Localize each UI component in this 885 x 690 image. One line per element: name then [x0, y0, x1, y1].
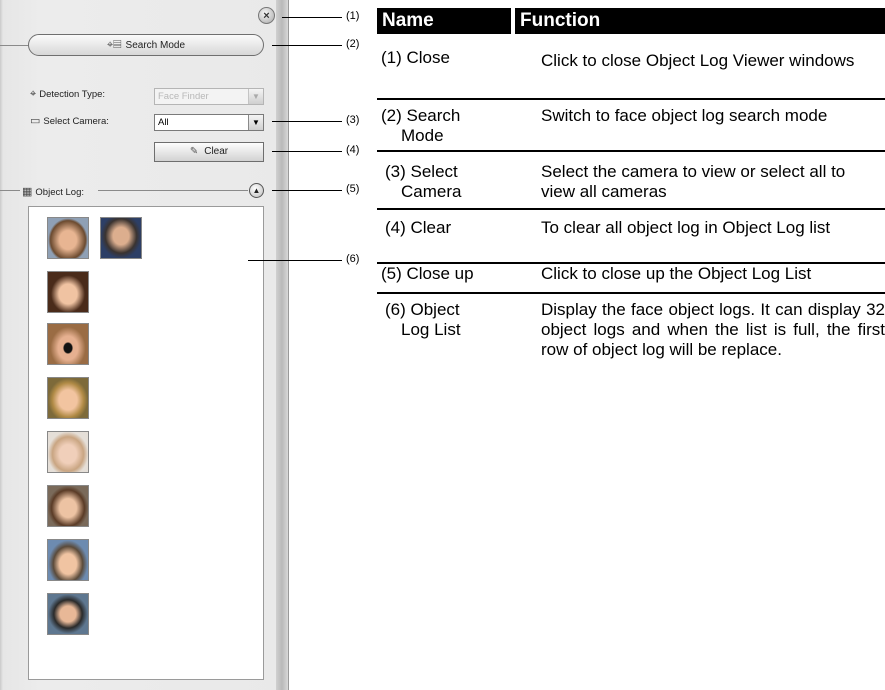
face-thumbnail[interactable] — [47, 323, 89, 365]
search-mode-label: Search Mode — [125, 40, 186, 51]
callout-line — [272, 151, 342, 152]
close-icon: × — [263, 10, 270, 22]
table-header-name: Name — [377, 8, 511, 34]
chevron-down-icon: ▼ — [248, 89, 263, 104]
detection-type-label: ⌖ Detection Type: — [30, 88, 105, 101]
broom-icon: ✎ — [189, 146, 199, 157]
row-divider — [377, 292, 885, 294]
collapse-button[interactable]: ▲ — [249, 183, 264, 198]
callout-1: (1) — [346, 10, 360, 22]
divider-line — [0, 190, 20, 191]
face-thumbnail[interactable] — [47, 217, 89, 259]
detection-type-select: Face Finder ▼ — [154, 88, 264, 105]
clear-button[interactable]: ✎ Clear — [154, 142, 264, 162]
row-divider — [377, 208, 885, 210]
clear-label: Clear — [204, 146, 229, 157]
search-mode-icon: ⌖▤ — [106, 39, 122, 51]
row-function: Switch to face object log search mode — [541, 106, 828, 125]
row-divider — [377, 98, 885, 100]
row-name: (1) Close — [381, 48, 450, 67]
camera-icon: ▭ — [30, 115, 41, 127]
callout-5: (5) — [346, 183, 360, 195]
row-name-cont: Camera — [401, 182, 462, 201]
detection-type-value: Face Finder — [158, 91, 209, 102]
face-thumbnail[interactable] — [100, 217, 142, 259]
row-function: To clear all object log in Object Log li… — [541, 218, 831, 237]
face-thumbnail[interactable] — [47, 431, 89, 473]
chevron-down-icon[interactable]: ▼ — [248, 115, 263, 130]
divider-line — [0, 45, 28, 46]
callout-2: (2) — [346, 38, 360, 50]
object-log-viewer-panel: × ⌖▤ Search Mode ⌖ Detection Type: Face Fi… — [0, 0, 289, 690]
callout-4: (4) — [346, 144, 360, 156]
row-name: (4) Clear — [385, 218, 452, 237]
callout-line — [282, 17, 342, 18]
select-camera-dropdown[interactable]: All ▼ — [154, 114, 264, 131]
row-divider — [377, 150, 885, 152]
callout-line — [272, 45, 342, 46]
detection-type-text: Detection Type: — [39, 89, 106, 100]
select-camera-text: Select Camera: — [43, 116, 109, 127]
object-log-label: ▦ Object Log: — [22, 185, 84, 198]
face-thumbnail[interactable] — [47, 593, 89, 635]
table-header-function: Function — [515, 8, 885, 34]
row-name-cont: Mode — [401, 126, 444, 145]
faces-grid-icon: ▦ — [22, 186, 33, 198]
row-function: Click to close Object Log Viewer windows — [541, 51, 855, 70]
callout-line — [272, 190, 342, 191]
detection-type-icon: ⌖ — [30, 88, 37, 100]
callout-3: (3) — [346, 114, 360, 126]
row-name-cont: Log List — [401, 320, 461, 339]
row-name: (5) Close up — [381, 264, 474, 283]
row-name: (2) Search — [381, 106, 461, 125]
face-thumbnail[interactable] — [47, 539, 89, 581]
face-thumbnail[interactable] — [47, 271, 89, 313]
panel-right-border — [276, 0, 288, 690]
face-thumbnail[interactable] — [47, 377, 89, 419]
search-mode-button[interactable]: ⌖▤ Search Mode — [28, 34, 264, 56]
object-log-text: Object Log: — [35, 187, 84, 198]
object-log-list[interactable] — [28, 206, 264, 680]
face-thumbnail[interactable] — [47, 485, 89, 527]
row-function: Display the face object logs. It can dis… — [541, 300, 885, 359]
row-name: (6) Object — [385, 300, 460, 319]
close-button[interactable]: × — [258, 7, 275, 24]
row-function: Select the camera to view or select all … — [541, 162, 846, 201]
divider-line — [98, 190, 248, 191]
row-name: (3) Select — [385, 162, 458, 181]
select-camera-label: ▭ Select Camera: — [30, 114, 109, 127]
select-camera-value: All — [158, 117, 169, 128]
row-function: Click to close up the Object Log List — [541, 264, 812, 283]
callout-6: (6) — [346, 253, 360, 265]
callout-line — [272, 121, 342, 122]
chevron-up-icon: ▲ — [252, 186, 261, 195]
callout-line — [248, 260, 342, 261]
